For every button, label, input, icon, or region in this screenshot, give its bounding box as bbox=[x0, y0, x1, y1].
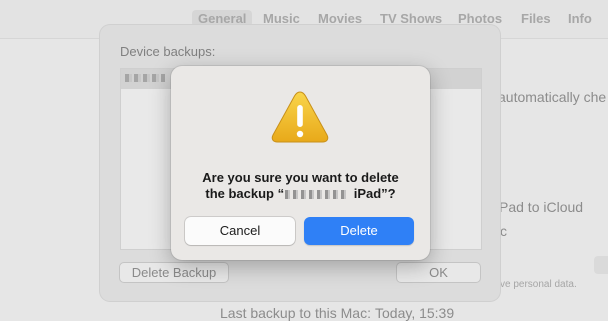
delete-confirmation-alert: Are you sure you want to delete the back… bbox=[171, 66, 430, 260]
alert-message-prefix: the backup “ bbox=[205, 186, 285, 201]
tab-music[interactable]: Music bbox=[263, 11, 300, 26]
warning-triangle-icon bbox=[271, 91, 329, 143]
personal-data-text: ve personal data. bbox=[500, 279, 577, 290]
tab-tv-shows[interactable]: TV Shows bbox=[380, 11, 442, 26]
alert-message-line2: the backup “ iPad”? bbox=[181, 186, 420, 202]
tab-movies[interactable]: Movies bbox=[318, 11, 362, 26]
alert-message: Are you sure you want to delete the back… bbox=[181, 170, 420, 202]
device-backups-label: Device backups: bbox=[120, 44, 216, 59]
ok-button[interactable]: OK bbox=[396, 262, 481, 283]
redacted-device-name bbox=[285, 190, 350, 200]
background-button bbox=[594, 256, 608, 274]
backup-to-icloud-text: Pad to iCloud bbox=[499, 199, 584, 215]
tab-files[interactable]: Files bbox=[521, 11, 551, 26]
tab-info[interactable]: Info bbox=[568, 11, 592, 26]
alert-message-line1: Are you sure you want to delete bbox=[202, 170, 399, 185]
redacted-backup-name bbox=[125, 74, 165, 82]
backup-option-text: c bbox=[500, 223, 507, 239]
auto-check-text: automatically che bbox=[498, 89, 607, 105]
alert-message-suffix: iPad”? bbox=[350, 186, 396, 201]
cancel-button[interactable]: Cancel bbox=[185, 217, 295, 245]
tab-photos[interactable]: Photos bbox=[458, 11, 502, 26]
delete-backup-button[interactable]: Delete Backup bbox=[119, 262, 229, 283]
delete-button[interactable]: Delete bbox=[304, 217, 414, 245]
